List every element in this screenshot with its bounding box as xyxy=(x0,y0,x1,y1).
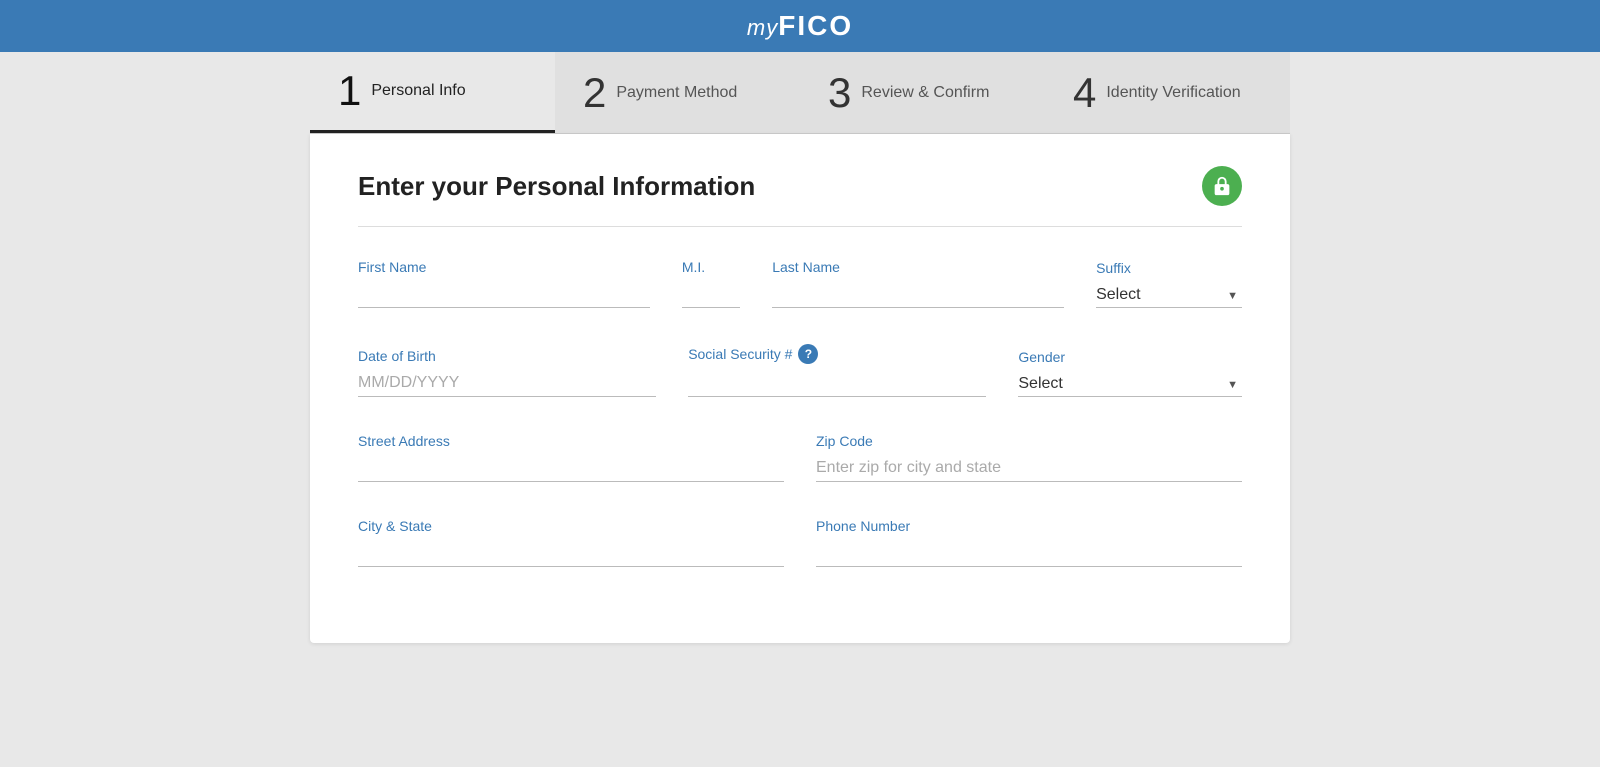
step-3-label: Review & Confirm xyxy=(861,84,989,102)
step-4[interactable]: 4 Identity Verification xyxy=(1045,52,1290,133)
suffix-label: Suffix xyxy=(1096,260,1242,276)
zip-input[interactable] xyxy=(816,455,1242,482)
first-name-input[interactable] xyxy=(358,281,650,308)
step-1[interactable]: 1 Personal Info xyxy=(310,52,555,133)
dob-label: Date of Birth xyxy=(358,348,656,364)
address-row: Street Address Zip Code xyxy=(358,433,1242,482)
step-4-number: 4 xyxy=(1073,72,1096,114)
street-label: Street Address xyxy=(358,433,784,449)
mi-group: M.I. xyxy=(682,259,740,308)
first-name-group: First Name xyxy=(358,259,650,308)
first-name-label: First Name xyxy=(358,259,650,275)
street-group: Street Address xyxy=(358,433,784,482)
gender-select[interactable]: Select Male Female xyxy=(1018,371,1242,397)
mi-input[interactable] xyxy=(682,281,740,308)
phone-label: Phone Number xyxy=(816,518,1242,534)
form-header: Enter your Personal Information xyxy=(358,166,1242,227)
city-input[interactable] xyxy=(358,540,784,567)
site-logo: myFICO xyxy=(747,10,853,42)
ssn-input[interactable] xyxy=(688,370,986,397)
ssn-group: Social Security # ? xyxy=(688,344,986,397)
dob-group: Date of Birth xyxy=(358,348,656,397)
steps-nav: 1 Personal Info 2 Payment Method 3 Revie… xyxy=(310,52,1290,134)
gender-select-wrapper: Select Male Female xyxy=(1018,371,1242,397)
ssn-label-text: Social Security # xyxy=(688,346,792,362)
step-2-label: Payment Method xyxy=(616,84,737,102)
step-3[interactable]: 3 Review & Confirm xyxy=(800,52,1045,133)
gender-group: Gender Select Male Female xyxy=(1018,349,1242,397)
form-title: Enter your Personal Information xyxy=(358,171,755,202)
mi-label: M.I. xyxy=(682,259,740,275)
suffix-select-wrapper: Select Jr. Sr. II III IV xyxy=(1096,282,1242,308)
step-2[interactable]: 2 Payment Method xyxy=(555,52,800,133)
ssn-info-icon[interactable]: ? xyxy=(798,344,818,364)
name-row: First Name M.I. Last Name Suffix Select … xyxy=(358,259,1242,308)
step-2-number: 2 xyxy=(583,72,606,114)
suffix-select[interactable]: Select Jr. Sr. II III IV xyxy=(1096,282,1242,308)
city-group: City & State xyxy=(358,518,784,567)
page-content: 1 Personal Info 2 Payment Method 3 Revie… xyxy=(0,52,1600,767)
phone-input[interactable] xyxy=(816,540,1242,567)
lock-icon xyxy=(1211,175,1233,197)
last-name-input[interactable] xyxy=(772,281,1064,308)
dob-ssn-row: Date of Birth Social Security # ? Gender… xyxy=(358,344,1242,397)
dob-input[interactable] xyxy=(358,370,656,397)
street-input[interactable] xyxy=(358,455,784,482)
city-phone-row: City & State Phone Number xyxy=(358,518,1242,567)
zip-group: Zip Code xyxy=(816,433,1242,482)
site-header: myFICO xyxy=(0,0,1600,52)
gender-label: Gender xyxy=(1018,349,1242,365)
step-4-label: Identity Verification xyxy=(1106,84,1240,102)
security-badge xyxy=(1202,166,1242,206)
suffix-group: Suffix Select Jr. Sr. II III IV xyxy=(1096,260,1242,308)
step-1-number: 1 xyxy=(338,70,361,112)
logo-fico: FICO xyxy=(778,10,853,41)
last-name-group: Last Name xyxy=(772,259,1064,308)
phone-group: Phone Number xyxy=(816,518,1242,567)
last-name-label: Last Name xyxy=(772,259,1064,275)
logo-my: my xyxy=(747,15,778,40)
step-3-number: 3 xyxy=(828,72,851,114)
ssn-label: Social Security # ? xyxy=(688,344,986,364)
step-1-label: Personal Info xyxy=(371,82,465,100)
city-label: City & State xyxy=(358,518,784,534)
zip-label: Zip Code xyxy=(816,433,1242,449)
form-card: Enter your Personal Information First Na… xyxy=(310,134,1290,643)
